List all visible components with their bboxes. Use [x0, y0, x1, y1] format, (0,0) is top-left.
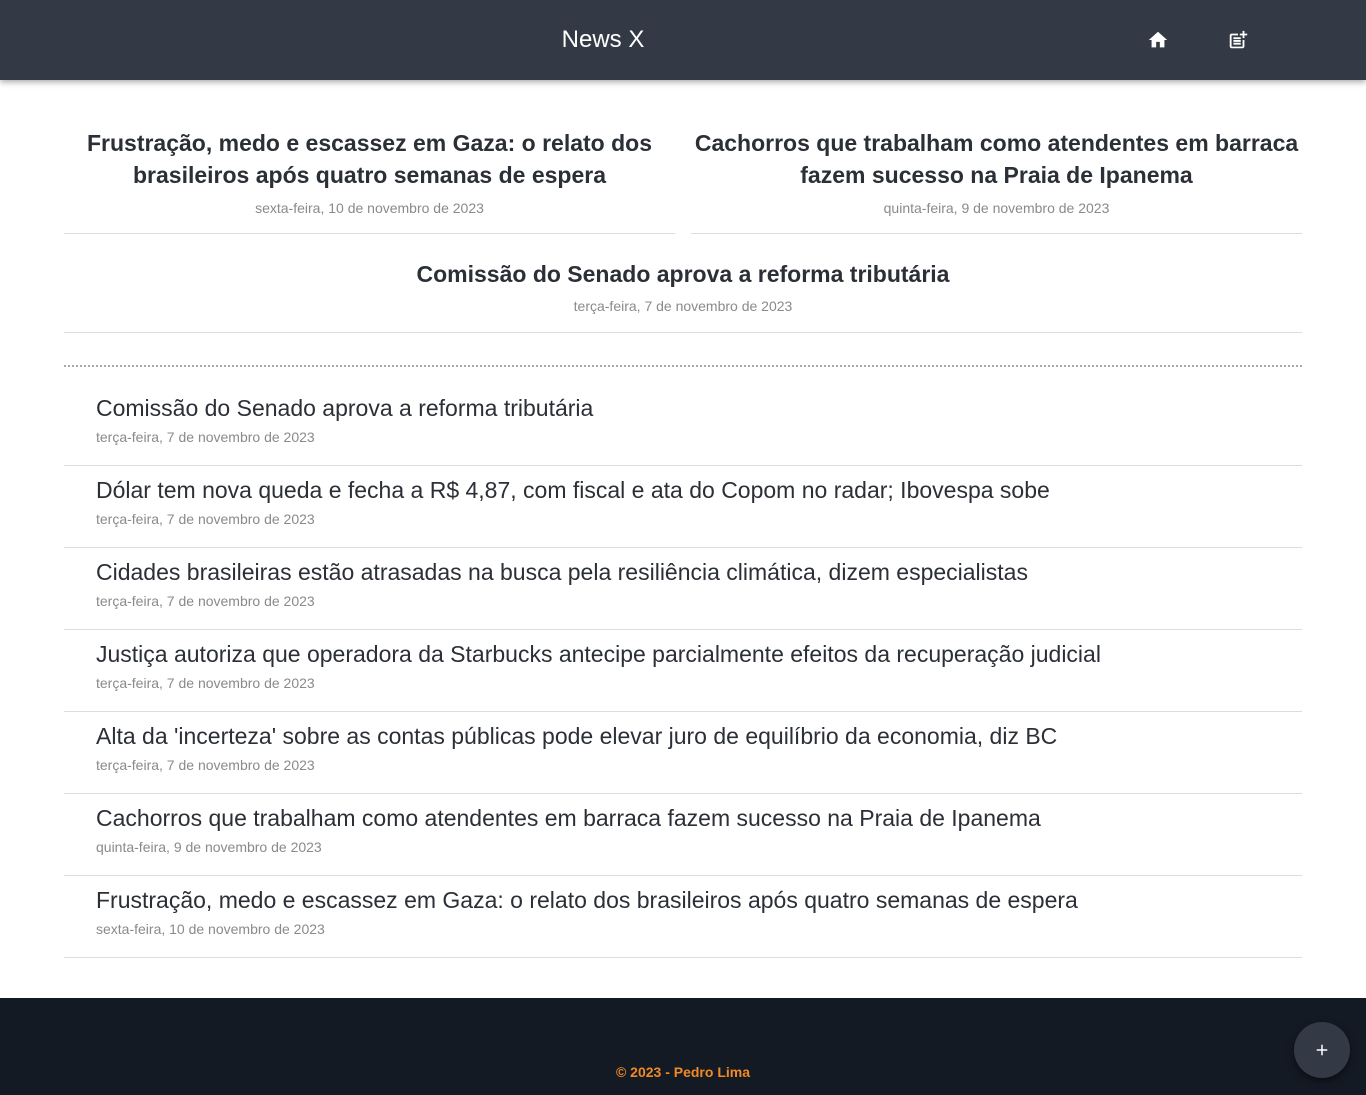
copyright-text: © 2023 - Pedro Lima	[615, 1064, 751, 1080]
news-date: terça-feira, 7 de novembro de 2023	[96, 757, 315, 773]
news-date: terça-feira, 7 de novembro de 2023	[96, 593, 315, 609]
featured-title[interactable]: Comissão do Senado aprova a reforma trib…	[64, 258, 1302, 290]
top-navbar: News X	[0, 0, 1366, 80]
list-item[interactable]: Cachorros que trabalham como atendentes …	[64, 794, 1302, 876]
post-add-icon	[1229, 30, 1248, 49]
news-date: quinta-feira, 9 de novembro de 2023	[96, 839, 322, 855]
home-icon	[1148, 31, 1168, 48]
news-title[interactable]: Justiça autoriza que operadora da Starbu…	[96, 630, 1302, 669]
new-post-button[interactable]	[1222, 24, 1254, 56]
news-date: terça-feira, 7 de novembro de 2023	[96, 429, 315, 445]
list-item[interactable]: Comissão do Senado aprova a reforma trib…	[64, 389, 1302, 466]
featured-date: sexta-feira, 10 de novembro de 2023	[255, 200, 484, 216]
add-news-button[interactable]	[1294, 1022, 1350, 1078]
news-date: sexta-feira, 10 de novembro de 2023	[96, 921, 325, 937]
main-content: Frustração, medo e escassez em Gaza: o r…	[64, 80, 1302, 958]
plus-icon	[1316, 1044, 1328, 1056]
news-title[interactable]: Dólar tem nova queda e fecha a R$ 4,87, …	[96, 466, 1302, 505]
list-item[interactable]: Alta da 'incerteza' sobre as contas públ…	[64, 712, 1302, 794]
news-title[interactable]: Cachorros que trabalham como atendentes …	[96, 794, 1302, 833]
news-date: terça-feira, 7 de novembro de 2023	[96, 511, 315, 527]
site-title[interactable]: News X	[0, 0, 1206, 80]
featured-date: quinta-feira, 9 de novembro de 2023	[883, 200, 1110, 216]
news-title[interactable]: Comissão do Senado aprova a reforma trib…	[96, 389, 1302, 423]
featured-card-wide[interactable]: Comissão do Senado aprova a reforma trib…	[64, 234, 1302, 333]
featured-title[interactable]: Frustração, medo e escassez em Gaza: o r…	[64, 127, 675, 191]
list-item[interactable]: Justiça autoriza que operadora da Starbu…	[64, 630, 1302, 712]
news-list: Comissão do Senado aprova a reforma trib…	[64, 389, 1302, 958]
featured-row: Frustração, medo e escassez em Gaza: o r…	[64, 127, 1302, 234]
featured-card[interactable]: Cachorros que trabalham como atendentes …	[691, 127, 1302, 234]
news-title[interactable]: Frustração, medo e escassez em Gaza: o r…	[96, 876, 1302, 915]
list-item[interactable]: Dólar tem nova queda e fecha a R$ 4,87, …	[64, 466, 1302, 548]
featured-date: terça-feira, 7 de novembro de 2023	[573, 298, 793, 314]
footer: © 2023 - Pedro Lima	[0, 998, 1366, 1095]
home-button[interactable]	[1142, 24, 1174, 56]
featured-title[interactable]: Cachorros que trabalham como atendentes …	[691, 127, 1302, 191]
news-title[interactable]: Cidades brasileiras estão atrasadas na b…	[96, 548, 1302, 587]
news-title[interactable]: Alta da 'incerteza' sobre as contas públ…	[96, 712, 1302, 751]
list-item[interactable]: Cidades brasileiras estão atrasadas na b…	[64, 548, 1302, 630]
featured-card[interactable]: Frustração, medo e escassez em Gaza: o r…	[64, 127, 675, 234]
section-divider	[64, 365, 1302, 367]
news-date: terça-feira, 7 de novembro de 2023	[96, 675, 315, 691]
list-item[interactable]: Frustração, medo e escassez em Gaza: o r…	[64, 876, 1302, 958]
